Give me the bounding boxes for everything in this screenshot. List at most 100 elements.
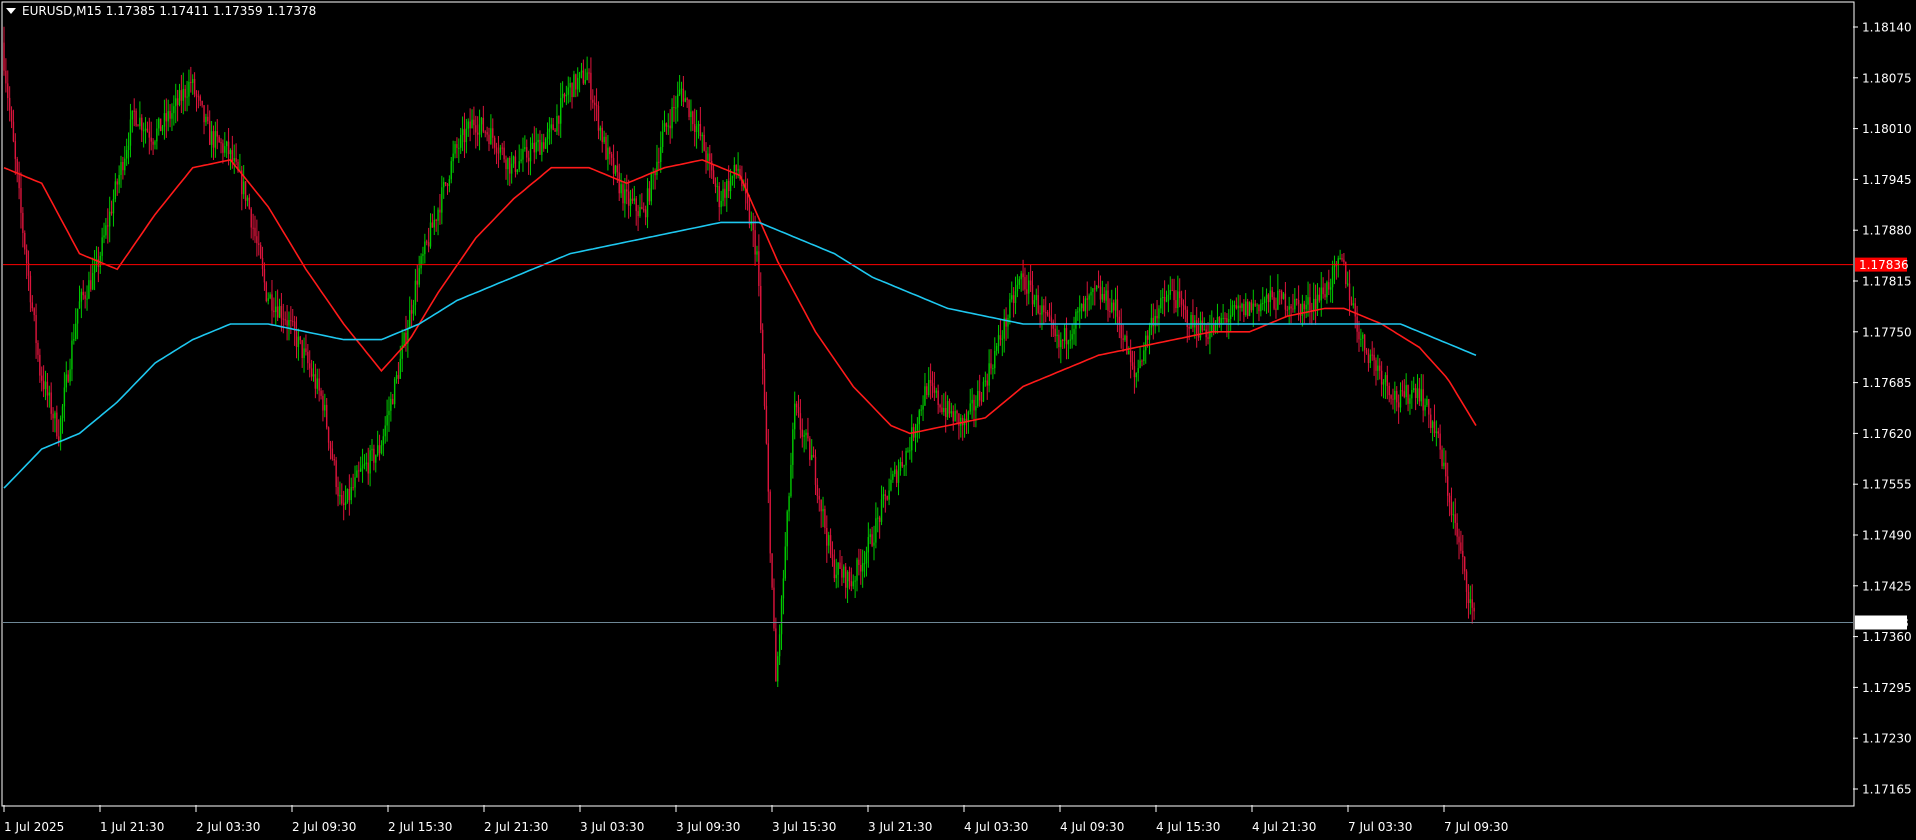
candle-body (182, 89, 184, 101)
candle (671, 98, 673, 139)
candle (1280, 289, 1283, 305)
candle (812, 446, 815, 458)
candle (820, 499, 822, 528)
candle (584, 68, 586, 85)
candle (78, 285, 81, 309)
candle (946, 395, 949, 420)
candle-body (578, 72, 581, 78)
candle (777, 651, 779, 687)
candle-body (1148, 327, 1151, 340)
candle (254, 215, 256, 243)
candle (193, 72, 196, 98)
chart-menu-icon[interactable] (6, 8, 16, 14)
candle (1028, 272, 1030, 305)
candle-body (1446, 476, 1449, 496)
candle-body (1129, 350, 1132, 363)
candle-body (384, 425, 386, 437)
candle (550, 117, 552, 145)
candle (1141, 359, 1143, 367)
candle-body (460, 134, 462, 148)
candle (990, 349, 992, 375)
candle (1409, 394, 1411, 415)
candle (735, 164, 737, 179)
candle (388, 396, 390, 432)
candle (1095, 285, 1098, 292)
candle (978, 374, 981, 407)
candle (263, 262, 266, 291)
candle (1122, 323, 1124, 352)
candle-body (1048, 315, 1051, 318)
candle (41, 366, 43, 392)
candle-body (88, 280, 90, 299)
candle (486, 126, 488, 142)
candle-body (661, 131, 664, 147)
candle-body (1099, 286, 1102, 300)
candle-body (1254, 303, 1256, 306)
candle-body (720, 201, 722, 208)
candle (286, 305, 288, 341)
candle-body (601, 127, 603, 143)
candle-body (1078, 308, 1081, 312)
candle (580, 62, 583, 79)
candle (950, 402, 953, 418)
candle (1339, 249, 1341, 260)
candle-body (348, 489, 351, 501)
candle-body (101, 237, 103, 256)
price-tick-label: 1.18010 (1862, 122, 1912, 136)
candle (276, 289, 279, 321)
candle-body (539, 139, 541, 155)
candle-body (1471, 599, 1473, 608)
candle-body (935, 390, 937, 393)
candle-body (399, 358, 402, 379)
candle (1301, 294, 1304, 327)
candle-body (792, 429, 794, 465)
candle-body (1097, 285, 1100, 287)
candle-body (1050, 317, 1053, 322)
candle-body (375, 455, 377, 463)
candle (714, 177, 717, 194)
candle (897, 459, 900, 496)
candle-body (795, 403, 798, 408)
candle (1258, 304, 1260, 322)
candle-body (484, 131, 486, 133)
candle (1124, 334, 1126, 342)
candle-body (852, 581, 854, 587)
candle (184, 84, 186, 112)
candle (1135, 372, 1138, 388)
price-tick-label: 1.17750 (1862, 325, 1912, 339)
candle (1097, 270, 1100, 289)
candle-body (467, 121, 469, 129)
price-tick-label: 1.17880 (1862, 224, 1912, 238)
candle (337, 476, 339, 507)
candle-body (244, 181, 247, 201)
candle-body (161, 126, 164, 132)
candle-body (1090, 291, 1092, 296)
chart-canvas[interactable]: 1.178361.17378 1.181401.180751.180101.17… (0, 0, 1916, 840)
candle-body (497, 152, 500, 154)
candle (244, 181, 247, 209)
candle (839, 550, 841, 569)
candle-body (337, 487, 339, 497)
candle (752, 212, 754, 247)
candle (816, 478, 819, 504)
candle (667, 113, 669, 135)
candle-body (814, 456, 817, 485)
candle-body (554, 129, 556, 132)
candle-body (831, 554, 834, 560)
candle-body (856, 559, 858, 581)
candle (63, 372, 66, 422)
candle (1401, 380, 1404, 397)
candle-body (544, 138, 547, 149)
candle-body (882, 494, 885, 500)
candle (1012, 287, 1015, 318)
candle-body (499, 147, 502, 153)
candle-body (1031, 285, 1034, 305)
candle (212, 125, 215, 160)
candle-body (44, 381, 47, 390)
candle (639, 194, 641, 218)
candle (501, 142, 503, 156)
candle-body (1469, 599, 1472, 603)
candle (1003, 309, 1005, 353)
candle-body (1120, 324, 1122, 339)
candle (514, 150, 517, 178)
